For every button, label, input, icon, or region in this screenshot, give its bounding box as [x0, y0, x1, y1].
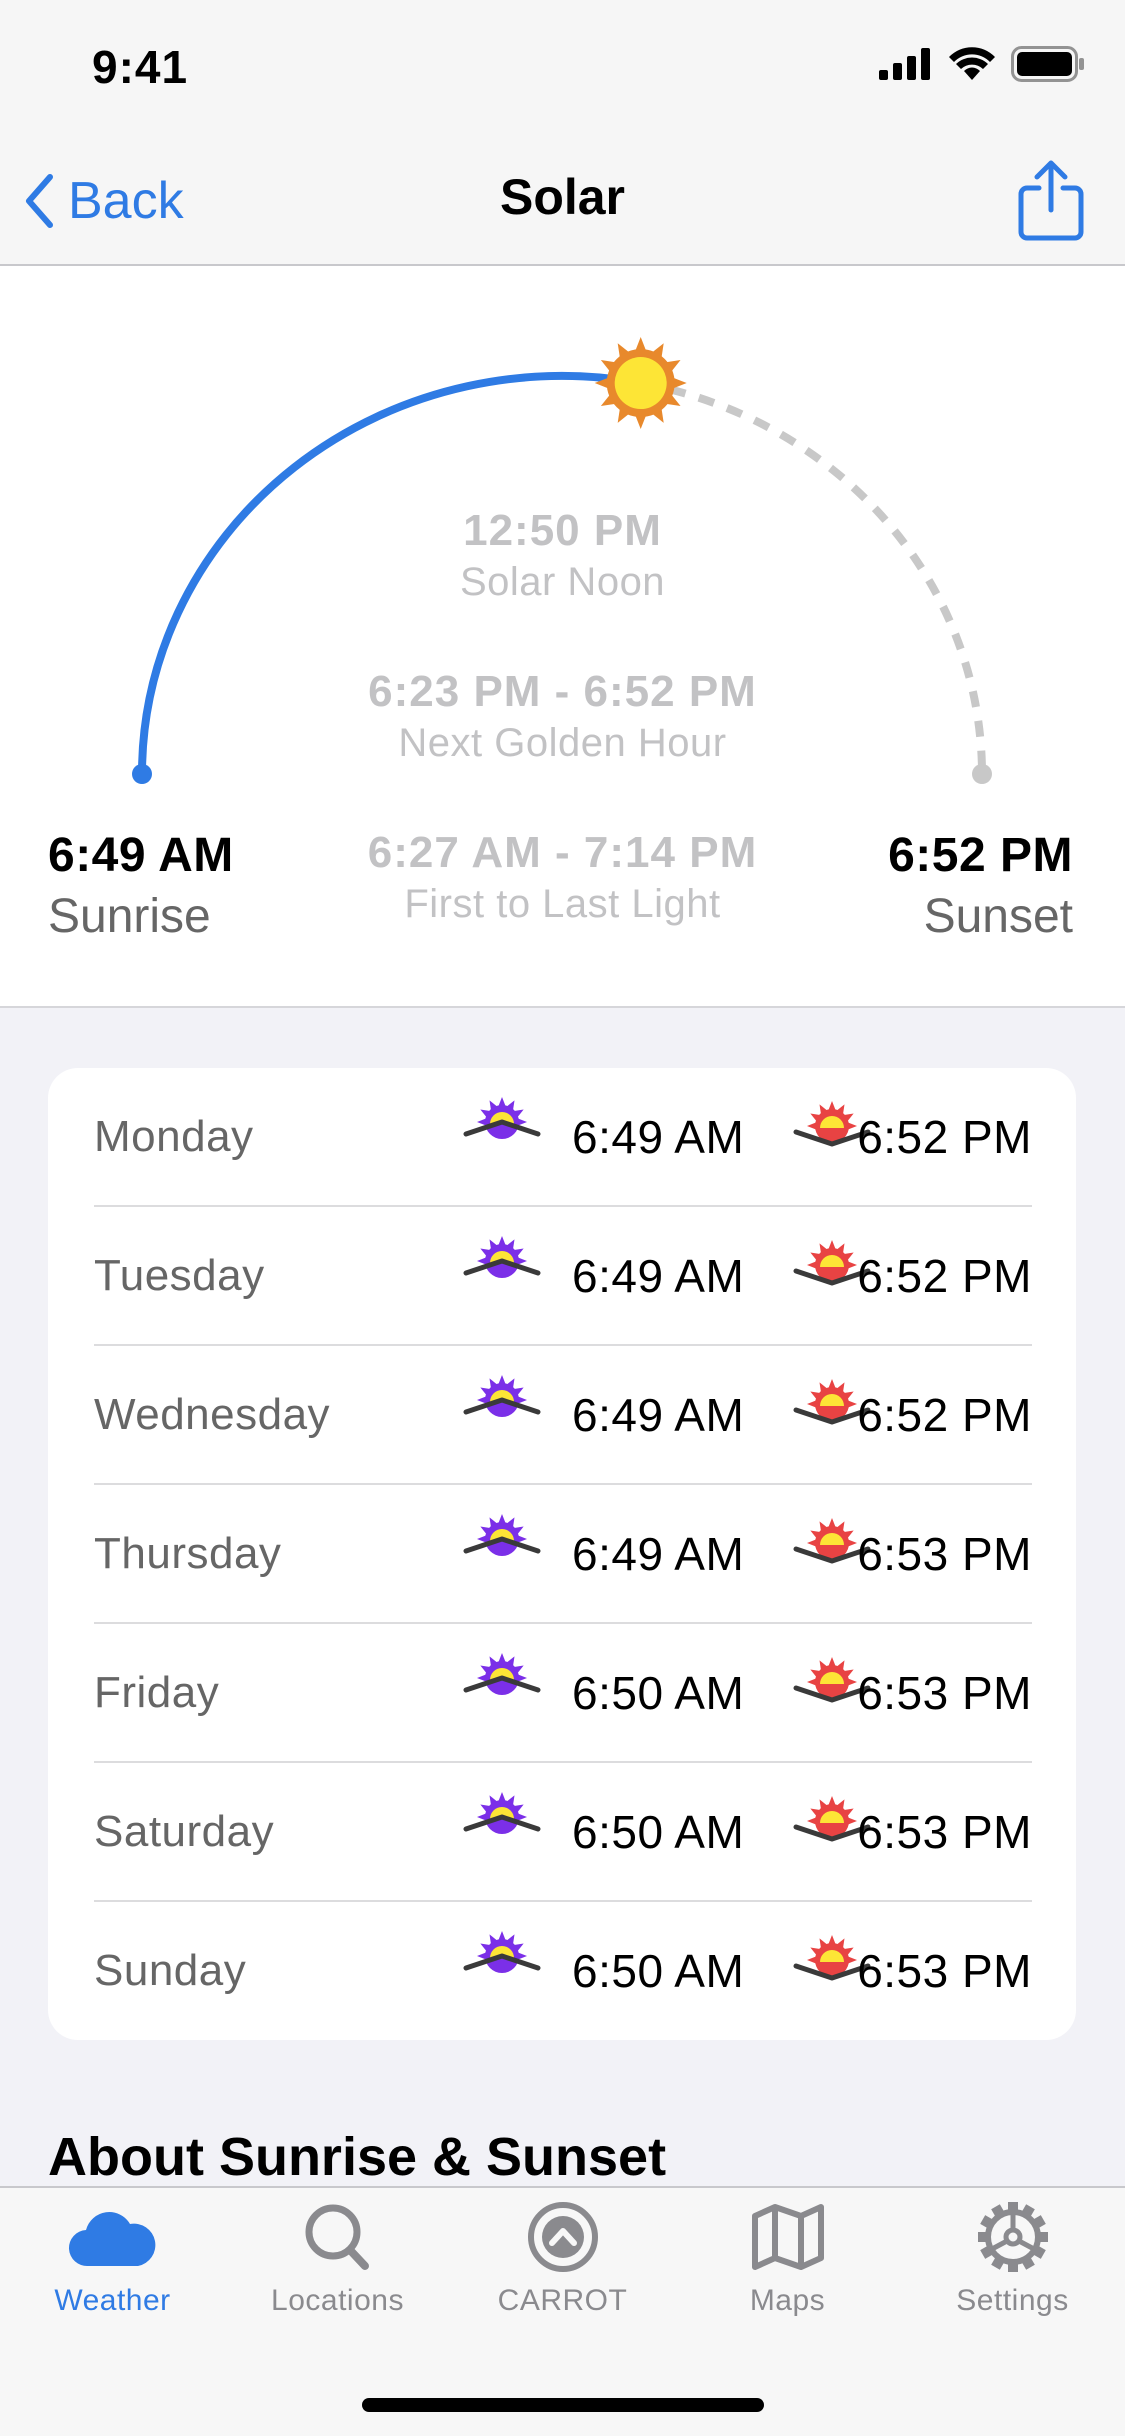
sunset-time: 6:52 PM: [888, 829, 1073, 882]
week-row-tuesday: Tuesday 6:49 AM 6:52 PM: [94, 1207, 1032, 1346]
day-label: Monday: [94, 1112, 254, 1161]
tab-label: Settings: [956, 2284, 1069, 2317]
battery-icon: [1011, 46, 1084, 82]
sunset-time-cell: 6:53 PM: [857, 1945, 1032, 1997]
gear-icon: [977, 2202, 1048, 2272]
carrot-logo-icon: [527, 2202, 598, 2272]
week-row-thursday: Thursday 6:49 AM 6:53 PM: [94, 1485, 1032, 1624]
status-time: 9:41: [92, 41, 189, 93]
solar-panel: 12:50 PM Solar Noon 6:23 PM - 6:52 PM Ne…: [0, 266, 1125, 1008]
sunrise-icon: [463, 1236, 541, 1278]
wifi-icon: [949, 47, 995, 80]
week-row-monday: Monday 6:49 AM 6:52 PM: [94, 1068, 1032, 1207]
sunset-time-cell: 6:52 PM: [857, 1250, 1032, 1302]
tab-label: Locations: [271, 2284, 404, 2317]
week-row-wednesday: Wednesday 6:49 AM 6:52 PM: [94, 1346, 1032, 1485]
sunrise-time-cell: 6:49 AM: [572, 1389, 745, 1441]
tab-carrot[interactable]: CARROT: [450, 2202, 675, 2318]
day-label: Wednesday: [94, 1390, 331, 1439]
sunset-time-cell: 6:53 PM: [857, 1667, 1032, 1719]
solar-noon-time: 12:50 PM: [463, 506, 662, 555]
golden-hour-block: 6:23 PM - 6:52 PM Next Golden Hour: [0, 667, 1125, 766]
sunrise-icon: [463, 1375, 541, 1417]
cloud-icon: [68, 2212, 155, 2267]
sunrise-icon: [463, 1653, 541, 1695]
sunrise-time-cell: 6:50 AM: [572, 1806, 745, 1858]
sunset-time-cell: 6:53 PM: [857, 1806, 1032, 1858]
solar-noon-label: Solar Noon: [459, 560, 666, 604]
sunrise-icon: [463, 1514, 541, 1556]
page-title: Solar: [499, 169, 626, 225]
sunset-marker: [972, 764, 992, 784]
day-label: Tuesday: [94, 1251, 265, 1300]
week-row-sunday: Sunday 6:50 AM 6:53 PM: [94, 1902, 1032, 2041]
about-heading: About Sunrise & Sunset: [48, 2127, 667, 2187]
map-icon: [751, 2204, 824, 2270]
tab-label: Maps: [749, 2284, 826, 2317]
status-bar: 9:41: [0, 0, 1125, 132]
sunrise-icon: [463, 1097, 541, 1139]
sunset-time-cell: 6:53 PM: [857, 1528, 1032, 1580]
sunrise-icon: [463, 1931, 541, 1973]
tab-settings[interactable]: Settings: [900, 2202, 1125, 2318]
sunrise-block: 6:49 AM Sunrise: [48, 828, 234, 944]
weekly-sun-times-card: Monday 6:49 AM 6:52 PM Tuesday 6:49 AM 6…: [48, 1068, 1076, 2040]
tab-maps[interactable]: Maps: [675, 2202, 900, 2318]
app-screen: 9:41 Back Solar 12:50 PM Solar Noon 6:23…: [0, 0, 1125, 2436]
sun-position-icon: [594, 337, 687, 430]
sunset-time-cell: 6:52 PM: [857, 1111, 1032, 1163]
tab-label: Weather: [54, 2284, 171, 2317]
week-row-friday: Friday 6:50 AM 6:53 PM: [94, 1624, 1032, 1763]
search-icon: [305, 2204, 369, 2270]
home-indicator: [362, 2398, 764, 2412]
sunrise-time-cell: 6:49 AM: [572, 1111, 745, 1163]
week-row-saturday: Saturday 6:50 AM 6:53 PM: [94, 1763, 1032, 1902]
day-label: Thursday: [94, 1529, 282, 1578]
sunrise-label: Sunrise: [48, 890, 211, 943]
share-icon: [1018, 160, 1084, 241]
status-icons: [879, 46, 1085, 82]
sunset-time-cell: 6:52 PM: [857, 1389, 1032, 1441]
sunrise-marker: [132, 764, 152, 784]
cellular-signal-icon: [879, 48, 930, 80]
day-label: Friday: [94, 1668, 220, 1717]
sunrise-time-cell: 6:50 AM: [572, 1667, 745, 1719]
sunset-block: 6:52 PM Sunset: [888, 828, 1073, 944]
tab-locations[interactable]: Locations: [225, 2202, 450, 2318]
golden-hour-label: Next Golden Hour: [398, 721, 727, 765]
sunrise-time-cell: 6:49 AM: [572, 1250, 745, 1302]
sunrise-time: 6:49 AM: [48, 829, 234, 882]
day-label: Saturday: [94, 1807, 275, 1856]
solar-noon-block: 12:50 PM Solar Noon: [0, 506, 1125, 605]
golden-hour-time: 6:23 PM - 6:52 PM: [368, 667, 757, 716]
sunrise-icon: [463, 1792, 541, 1834]
sunrise-time-cell: 6:49 AM: [572, 1528, 745, 1580]
day-label: Sunday: [94, 1946, 247, 1995]
sunset-label: Sunset: [923, 890, 1073, 943]
tab-label: CARROT: [497, 2284, 628, 2317]
sunrise-time-cell: 6:50 AM: [572, 1945, 745, 1997]
navigation-bar: Back Solar: [0, 132, 1125, 266]
tab-weather[interactable]: Weather: [0, 2202, 225, 2318]
share-button[interactable]: [1015, 158, 1087, 242]
